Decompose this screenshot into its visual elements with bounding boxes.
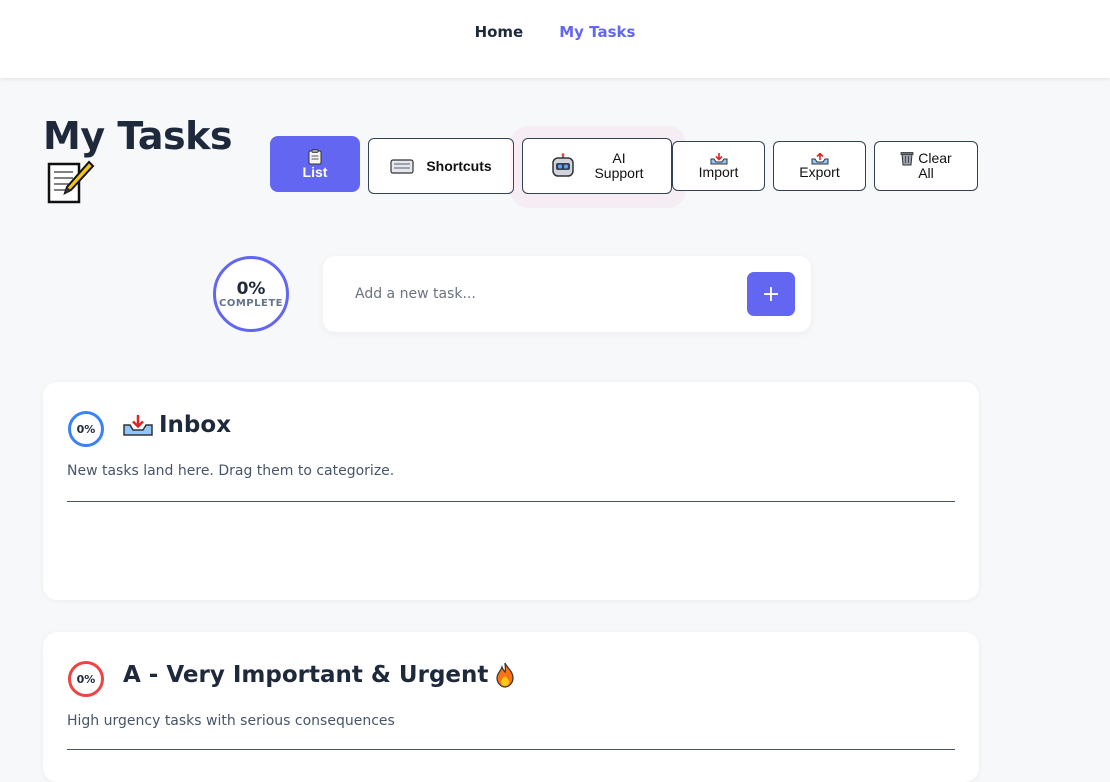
clipboard-icon [308, 148, 322, 164]
shortcuts-button[interactable]: Shortcuts [368, 138, 514, 194]
category-title: A - Very Important & Urgent [123, 660, 516, 690]
clear-all-label-line1: Clear [918, 150, 952, 166]
import-button[interactable]: Import [672, 141, 765, 191]
category-divider [67, 501, 955, 502]
overall-progress-value: 0% [236, 278, 266, 299]
clear-all-label-line2: All [918, 165, 934, 181]
category-progress-ring: 0% [68, 661, 104, 697]
category-divider [67, 749, 955, 750]
fire-icon [496, 662, 514, 688]
robot-icon [552, 153, 575, 177]
ai-support-label-line1: AI [612, 150, 626, 166]
memo-icon [47, 160, 95, 204]
inbox-tray-icon [710, 152, 727, 164]
wastebasket-icon [900, 152, 914, 166]
category-title: Inbox [123, 410, 231, 440]
ai-support-button[interactable]: AI Support [522, 138, 672, 194]
category-card-inbox: 0% Inbox New tasks land here. Drag them … [43, 382, 979, 600]
category-progress-ring: 0% [68, 411, 104, 447]
ai-support-label-line2: Support [594, 165, 644, 181]
top-navigation: Home My Tasks [0, 0, 1110, 78]
inbox-tray-icon [123, 415, 153, 436]
nav-my-tasks-link[interactable]: My Tasks [559, 23, 635, 41]
category-title-text: Inbox [159, 412, 232, 438]
list-view-button[interactable]: List [270, 136, 360, 192]
category-card-a-urgent: 0% A - Very Important & Urgent High urge… [43, 632, 979, 782]
clear-all-button[interactable]: Clear All [874, 141, 978, 191]
keyboard-icon [390, 159, 414, 174]
page-title: My Tasks [43, 114, 233, 158]
import-label: Import [698, 163, 739, 180]
new-task-input[interactable] [345, 276, 745, 312]
outbox-tray-icon [811, 152, 828, 164]
nav-home-link[interactable]: Home [475, 23, 524, 41]
add-task-panel: + [323, 256, 811, 332]
overall-progress-ring: 0% COMPLETE [213, 256, 289, 332]
export-button[interactable]: Export [773, 141, 866, 191]
shortcuts-label: Shortcuts [426, 157, 492, 174]
add-task-button[interactable]: + [747, 272, 795, 316]
overall-progress-label: COMPLETE [219, 297, 283, 309]
category-description: High urgency tasks with serious conseque… [67, 713, 395, 729]
export-label: Export [799, 163, 840, 180]
category-title-text: A - Very Important & Urgent [123, 662, 489, 688]
list-view-label: List [302, 163, 328, 180]
category-description: New tasks land here. Drag them to catego… [67, 463, 395, 479]
nav-links: Home My Tasks [475, 23, 636, 41]
